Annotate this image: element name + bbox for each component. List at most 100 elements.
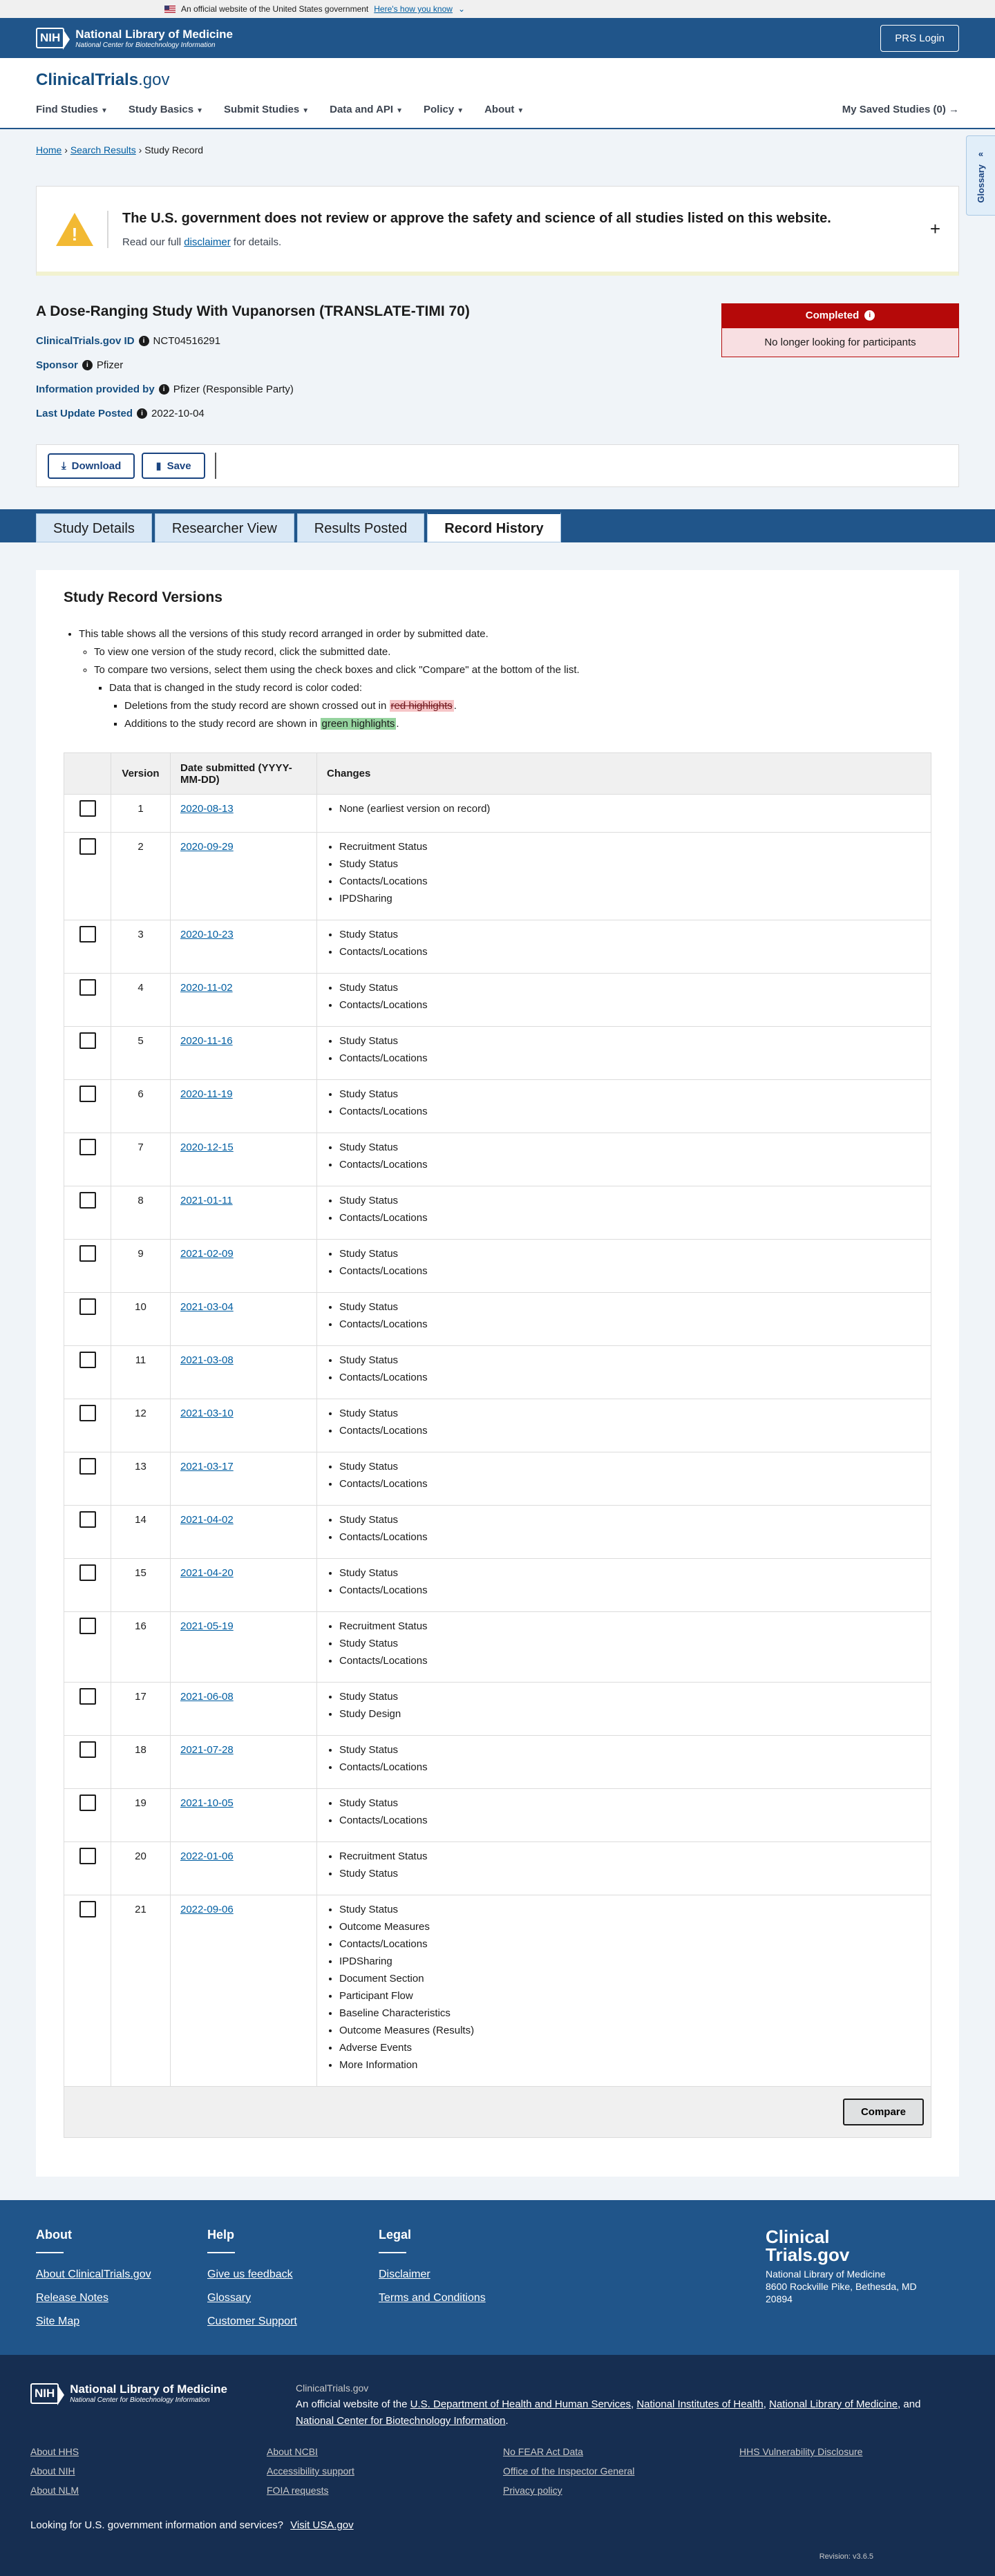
tab-researcher-view[interactable]: Researcher View — [154, 513, 294, 542]
version-date-link[interactable]: 2022-09-06 — [180, 1901, 307, 1915]
agency-link[interactable]: HHS Vulnerability Disclosure — [739, 2446, 976, 2457]
expand-plus-icon[interactable]: + — [930, 218, 940, 240]
select-cell — [64, 1452, 111, 1506]
version-date-link[interactable]: 2021-07-28 — [180, 1741, 307, 1756]
select-cell — [64, 832, 111, 920]
compare-button[interactable]: Compare — [842, 2099, 924, 2125]
version-checkbox[interactable] — [79, 979, 96, 996]
version-date-link[interactable]: 2020-08-13 — [180, 800, 307, 815]
version-date-link[interactable]: 2021-04-02 — [180, 1511, 307, 1526]
table-row: 19 2021-10-05 Study StatusContacts/Locatio… — [64, 1788, 931, 1842]
version-checkbox[interactable] — [79, 1086, 96, 1102]
download-button[interactable]: ⤓ Download — [48, 453, 135, 479]
version-checkbox[interactable] — [79, 1741, 96, 1758]
prs-login-button[interactable]: PRS Login — [880, 24, 959, 52]
footer-link[interactable]: Give us feedback — [207, 2269, 359, 2281]
nav-data-api[interactable]: Data and API ▼ — [330, 104, 403, 115]
agency-link[interactable]: About HHS — [30, 2446, 267, 2457]
agency-link[interactable]: Accessibility support — [267, 2465, 503, 2476]
agency-link[interactable]: Privacy policy — [503, 2485, 739, 2496]
disclaimer-post: for details. — [233, 236, 282, 248]
ncbi-link[interactable]: National Center for Biotechnology Inform… — [296, 2415, 506, 2427]
version-checkbox[interactable] — [79, 1139, 96, 1155]
breadcrumb-home[interactable]: Home — [36, 144, 61, 155]
agency-link[interactable]: About NLM — [30, 2485, 267, 2496]
agency-link[interactable]: No FEAR Act Data — [503, 2446, 739, 2457]
heres-how-you-know-link[interactable]: Here's how you know — [374, 4, 453, 14]
nlm-logo[interactable]: NIH National Library of Medicine Nationa… — [36, 28, 233, 50]
version-date-link[interactable]: 2021-03-10 — [180, 1405, 307, 1419]
info-icon[interactable]: i — [138, 336, 149, 346]
changes-cell: Study StatusContacts/Locations — [316, 1505, 931, 1559]
version-checkbox[interactable] — [79, 926, 96, 943]
version-checkbox[interactable] — [79, 1458, 96, 1475]
version-checkbox[interactable] — [79, 1794, 96, 1811]
hhs-link[interactable]: U.S. Department of Health and Human Serv… — [410, 2398, 631, 2410]
version-date-link[interactable]: 2020-11-16 — [180, 1032, 307, 1047]
nav-find-studies[interactable]: Find Studies ▼ — [36, 104, 108, 115]
version-date-link[interactable]: 2021-10-05 — [180, 1794, 307, 1809]
tab-results-posted[interactable]: Results Posted — [296, 513, 425, 542]
version-checkbox[interactable] — [79, 1564, 96, 1581]
nlm-link[interactable]: National Library of Medicine — [769, 2398, 898, 2410]
version-checkbox[interactable] — [79, 838, 96, 855]
footer-link[interactable]: Disclaimer — [379, 2269, 531, 2281]
version-checkbox[interactable] — [79, 1618, 96, 1634]
nav-study-basics[interactable]: Study Basics ▼ — [129, 104, 203, 115]
agency-link[interactable]: Office of the Inspector General — [503, 2465, 739, 2476]
version-checkbox[interactable] — [79, 1901, 96, 1917]
version-checkbox[interactable] — [79, 1245, 96, 1262]
version-date-link[interactable]: 2021-04-20 — [180, 1564, 307, 1579]
version-checkbox[interactable] — [79, 1192, 96, 1209]
nav-submit-studies[interactable]: Submit Studies ▼ — [224, 104, 309, 115]
usa-gov-link[interactable]: Visit USA.gov — [290, 2519, 353, 2531]
version-date-link[interactable]: 2020-09-29 — [180, 838, 307, 853]
version-checkbox[interactable] — [79, 1688, 96, 1705]
agency-link[interactable]: FOIA requests — [267, 2485, 503, 2496]
version-checkbox[interactable] — [79, 800, 96, 817]
footer-logo[interactable]: Clinical Trials.gov — [766, 2228, 952, 2264]
disclaimer-link[interactable]: disclaimer — [184, 236, 231, 248]
version-date-link[interactable]: 2021-06-08 — [180, 1688, 307, 1703]
version-checkbox[interactable] — [79, 1352, 96, 1368]
footer-link[interactable]: Site Map — [36, 2315, 188, 2328]
version-date-link[interactable]: 2021-03-08 — [180, 1352, 307, 1366]
version-date-link[interactable]: 2022-01-06 — [180, 1848, 307, 1862]
save-button[interactable]: ▮ Save — [142, 453, 205, 479]
version-date-link[interactable]: 2020-11-02 — [180, 979, 307, 994]
version-date-link[interactable]: 2021-02-09 — [180, 1245, 307, 1260]
breadcrumb-search-results[interactable]: Search Results — [70, 144, 136, 155]
site-logo[interactable]: ClinicalTrials.gov — [36, 70, 959, 90]
version-date-link[interactable]: 2020-10-23 — [180, 926, 307, 940]
footer-link[interactable]: Release Notes — [36, 2292, 188, 2304]
info-icon[interactable]: i — [158, 384, 169, 395]
tab-record-history[interactable]: Record History — [427, 512, 561, 542]
footer-link[interactable]: About ClinicalTrials.gov — [36, 2269, 188, 2281]
nlm-footer-logo[interactable]: NIH National Library of Medicine Nationa… — [30, 2383, 227, 2405]
version-date-link[interactable]: 2021-03-17 — [180, 1458, 307, 1472]
footer-link[interactable]: Customer Support — [207, 2315, 359, 2328]
version-checkbox[interactable] — [79, 1298, 96, 1315]
nih-link[interactable]: National Institutes of Health — [636, 2398, 763, 2410]
version-date-link[interactable]: 2020-12-15 — [180, 1139, 307, 1153]
version-checkbox[interactable] — [79, 1511, 96, 1528]
nav-policy[interactable]: Policy ▼ — [424, 104, 464, 115]
info-icon[interactable]: i — [137, 408, 148, 419]
version-date-link[interactable]: 2021-05-19 — [180, 1618, 307, 1632]
tab-study-details[interactable]: Study Details — [36, 513, 152, 542]
version-checkbox[interactable] — [79, 1405, 96, 1421]
version-date-link[interactable]: 2020-11-19 — [180, 1086, 307, 1100]
footer-link[interactable]: Terms and Conditions — [379, 2292, 531, 2304]
my-saved-studies-link[interactable]: My Saved Studies (0) → — [842, 104, 959, 115]
agency-link[interactable]: About NIH — [30, 2465, 267, 2476]
version-date-link[interactable]: 2021-01-11 — [180, 1192, 307, 1206]
version-checkbox[interactable] — [79, 1032, 96, 1049]
agency-link[interactable]: About NCBI — [267, 2446, 503, 2457]
version-date-link[interactable]: 2021-03-04 — [180, 1298, 307, 1313]
nav-about[interactable]: About ▼ — [484, 104, 524, 115]
version-checkbox[interactable] — [79, 1848, 96, 1864]
glossary-tab[interactable]: « Glossary — [966, 135, 995, 216]
info-icon[interactable]: i — [864, 310, 875, 321]
info-icon[interactable]: i — [82, 360, 93, 370]
footer-link[interactable]: Glossary — [207, 2292, 359, 2304]
